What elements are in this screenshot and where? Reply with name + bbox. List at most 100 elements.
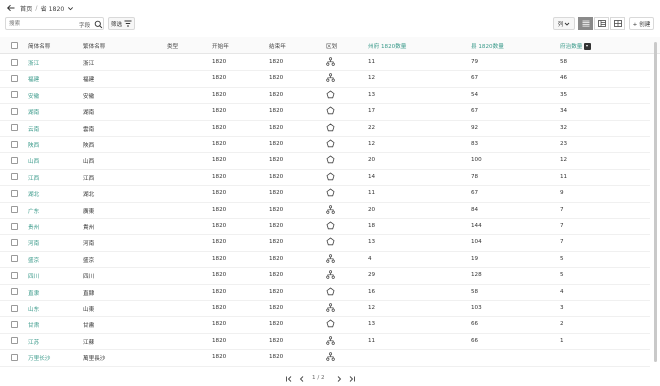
polygon-icon[interactable] [326,106,335,115]
cell-simplified-name[interactable]: 浙江 [28,59,39,67]
select-all-checkbox[interactable] [11,41,18,49]
table-row[interactable]: 山西 山西 1820 1820 20 100 12 [0,152,650,170]
row-checkbox[interactable] [11,156,18,164]
scrollbar-thumb[interactable] [653,42,657,362]
hierarchy-icon[interactable] [326,352,335,361]
row-checkbox[interactable] [11,124,18,132]
row-checkbox[interactable] [11,107,18,115]
table-row[interactable]: 云南 雲南 1820 1820 22 92 32 [0,120,650,137]
cell-simplified-name[interactable]: 四川 [28,272,39,280]
cell-simplified-name[interactable]: 湖北 [28,190,39,198]
table-row[interactable]: 四川 四川 1820 1820 29 128 5 [0,267,650,285]
table-row[interactable]: 湖北 湖北 1820 1820 11 67 9 [0,185,650,203]
row-checkbox[interactable] [11,58,18,66]
table-row[interactable]: 湖南 湖南 1820 1820 17 67 34 [0,103,650,121]
row-checkbox[interactable] [11,222,18,230]
cell-simplified-name[interactable]: 福建 [28,75,39,83]
header-seat-count[interactable]: 府治数量 [560,42,592,50]
columns-button[interactable]: 列 [553,17,575,30]
list-view-button[interactable] [578,17,593,30]
row-checkbox[interactable] [11,271,18,279]
row-checkbox[interactable] [11,206,18,214]
search-field-selector[interactable]: 字段 [79,21,90,29]
polygon-icon[interactable] [326,172,335,181]
breadcrumb-home[interactable]: 首页 [20,4,32,13]
cell-simplified-name[interactable]: 安徽 [28,92,39,100]
table-row[interactable]: 广东 廣東 1820 1820 20 84 7 [0,202,650,219]
header-traditional-name[interactable]: 繁体名称 [83,42,105,50]
polygon-icon[interactable] [326,90,335,99]
row-checkbox[interactable] [11,173,18,181]
table-row[interactable]: 甘肃 甘肅 1820 1820 13 66 2 [0,316,650,334]
create-button[interactable]: + 创建 [629,17,654,30]
table-row[interactable]: 江苏 江蘇 1820 1820 11 66 1 [0,333,650,351]
search-input[interactable] [9,19,64,28]
table-row[interactable]: 直隶 直隸 1820 1820 16 58 4 [0,284,650,301]
hierarchy-icon[interactable] [326,73,335,83]
cell-simplified-name[interactable]: 山西 [28,157,39,165]
grid-view-button[interactable] [610,17,625,30]
row-checkbox[interactable] [11,255,18,263]
hierarchy-icon[interactable] [326,270,335,279]
hierarchy-icon[interactable] [326,254,335,263]
hierarchy-icon[interactable] [326,57,335,66]
polygon-icon[interactable] [326,188,335,197]
search-icon[interactable] [94,20,103,29]
polygon-icon[interactable] [326,319,335,328]
header-region[interactable]: 区划 [326,42,337,50]
cell-simplified-name[interactable]: 江苏 [28,338,39,346]
table-row[interactable]: 山东 山東 1820 1820 12 103 3 [0,300,650,318]
cell-simplified-name[interactable]: 广东 [28,207,39,215]
hierarchy-icon[interactable] [326,303,335,312]
table-row[interactable]: 万里长沙 萬里長沙 1820 1820 [0,349,650,367]
table-row[interactable]: 安徽 安徽 1820 1820 13 54 35 [0,87,650,105]
cell-simplified-name[interactable]: 江西 [28,174,39,182]
row-checkbox[interactable] [11,91,18,99]
polygon-icon[interactable] [326,237,335,246]
row-checkbox[interactable] [11,238,18,246]
row-checkbox[interactable] [11,140,18,148]
back-arrow-icon[interactable] [6,3,16,13]
row-checkbox[interactable] [11,189,18,197]
sort-desc-icon[interactable] [584,43,592,50]
header-county-count[interactable]: 县 1820数量 [471,42,504,50]
row-checkbox[interactable] [11,288,18,296]
last-page-icon[interactable] [348,375,356,383]
row-checkbox[interactable] [11,74,18,82]
cell-simplified-name[interactable]: 云南 [28,125,39,133]
prev-page-icon[interactable] [298,375,306,383]
header-end-year[interactable]: 结束年 [269,42,286,50]
polygon-icon[interactable] [326,139,335,148]
hierarchy-icon[interactable] [326,204,335,214]
header-simplified-name[interactable]: 简体名称 [28,42,50,50]
row-checkbox[interactable] [11,353,18,361]
cell-simplified-name[interactable]: 陕西 [28,141,39,149]
row-checkbox[interactable] [11,304,18,312]
detail-view-button[interactable] [594,17,609,30]
cell-simplified-name[interactable]: 万里长沙 [28,354,50,362]
polygon-icon[interactable] [326,123,335,132]
cell-simplified-name[interactable]: 河南 [28,239,39,247]
polygon-icon[interactable] [326,287,335,296]
cell-simplified-name[interactable]: 直隶 [28,289,39,297]
header-type[interactable]: 类型 [167,42,178,50]
chevron-down-icon[interactable] [67,5,74,12]
next-page-icon[interactable] [335,375,343,383]
first-page-icon[interactable] [285,375,293,383]
hierarchy-icon[interactable] [326,336,335,345]
cell-simplified-name[interactable]: 湖南 [28,108,39,116]
polygon-icon[interactable] [326,221,335,230]
table-row[interactable]: 河南 河南 1820 1820 13 104 7 [0,234,650,252]
table-row[interactable]: 浙江 浙江 1820 1820 11 79 58 [0,54,650,72]
table-row[interactable]: 江西 江西 1820 1820 14 78 11 [0,169,650,187]
table-row[interactable]: 陕西 陝西 1820 1820 12 83 23 [0,136,650,154]
header-prefecture-count[interactable]: 州府 1820数量 [368,42,406,50]
cell-simplified-name[interactable]: 贵州 [28,223,39,231]
row-checkbox[interactable] [11,320,18,328]
vertical-scrollbar[interactable] [653,38,657,368]
filter-button[interactable]: 筛选 [108,17,135,30]
cell-simplified-name[interactable]: 甘肃 [28,321,39,329]
cell-simplified-name[interactable]: 山东 [28,305,39,313]
row-checkbox[interactable] [11,337,18,345]
header-start-year[interactable]: 开始年 [212,42,229,50]
